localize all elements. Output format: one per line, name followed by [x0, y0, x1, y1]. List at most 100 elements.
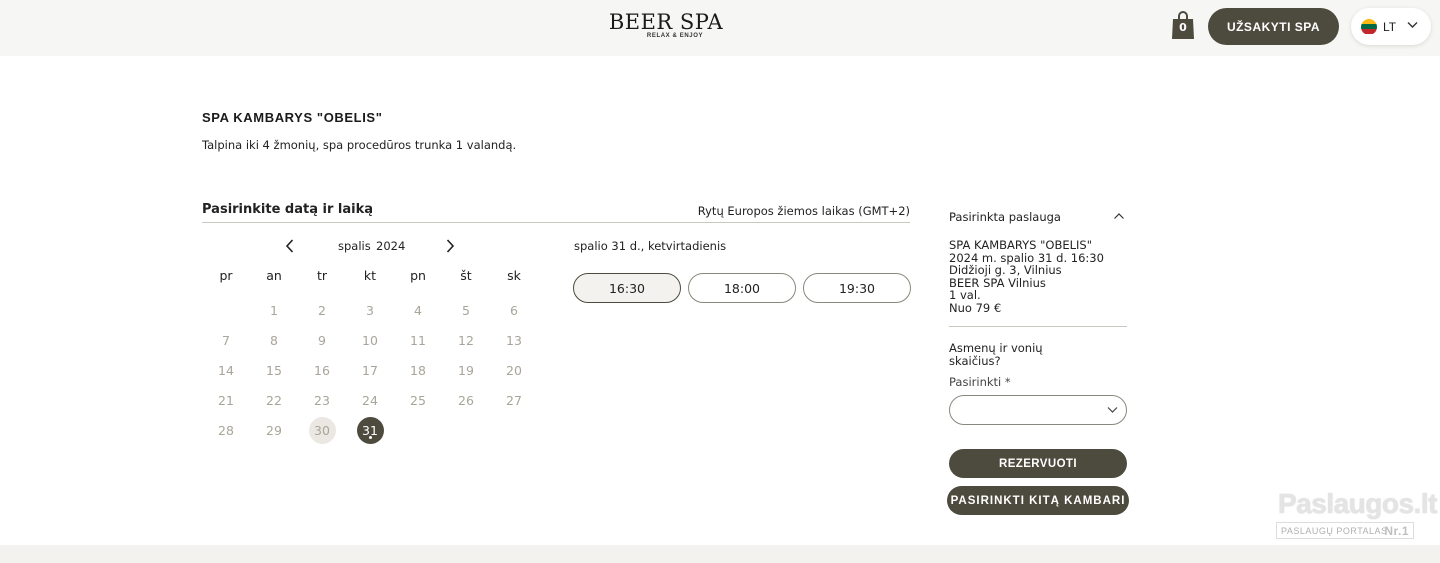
reserve-button[interactable]: REZERVUOTI — [949, 449, 1127, 478]
time-slot-button[interactable]: 19:30 — [803, 273, 911, 303]
divider — [202, 222, 910, 223]
calendar-day-5[interactable]: 5 — [442, 295, 490, 325]
next-month-button[interactable] — [442, 238, 458, 254]
calendar-day-number: 9 — [318, 332, 326, 348]
time-slot-button[interactable]: 16:30 — [573, 273, 681, 303]
calendar-day-29[interactable]: 29 — [250, 415, 298, 445]
calendar-day-number: 1 — [270, 302, 278, 318]
calendar-day-22[interactable]: 22 — [250, 385, 298, 415]
picker-title: Pasirinkite datą ir laiką — [202, 202, 374, 217]
watermark-text: Paslaugos.lt — [1278, 488, 1437, 519]
calendar-day-8[interactable]: 8 — [250, 325, 298, 355]
chevron-left-icon — [285, 239, 294, 253]
weekday-label: sk — [507, 268, 521, 283]
calendar-weekdays: pr an tr kt pn št sk — [202, 268, 538, 283]
calendar-day-13[interactable]: 13 — [490, 325, 538, 355]
calendar-day-19[interactable]: 19 — [442, 355, 490, 385]
calendar-day-7[interactable]: 7 — [202, 325, 250, 355]
calendar-day-number: 7 — [222, 332, 230, 348]
calendar-day-number: 11 — [410, 332, 426, 348]
calendar-day-24[interactable]: 24 — [346, 385, 394, 415]
chevron-down-icon — [1407, 22, 1418, 28]
calendar-day-number: 16 — [314, 362, 330, 378]
calendar-day-number: 8 — [270, 332, 278, 348]
calendar-day-28[interactable]: 28 — [202, 415, 250, 445]
weekday-label: kt — [363, 268, 377, 283]
logo-text: BEER SPA — [608, 10, 724, 34]
calendar-day-1[interactable]: 1 — [250, 295, 298, 325]
summary-price: Nuo 79 € — [949, 300, 1002, 315]
calendar-day-14[interactable]: 14 — [202, 355, 250, 385]
footer — [0, 545, 1440, 563]
watermark-portal: PASLAUGŲ PORTALAS — [1281, 525, 1388, 536]
timezone-label: Rytų Europos žiemos laikas (GMT+2) — [697, 204, 910, 218]
weekday-label: tr — [316, 268, 328, 283]
calendar-day-number: 13 — [506, 332, 522, 348]
watermark-subtext: PASLAUGŲ PORTALAS Nr.1 — [1276, 522, 1414, 539]
calendar-day-11[interactable]: 11 — [394, 325, 442, 355]
cart-count: 0 — [1179, 21, 1187, 34]
calendar-day-4[interactable]: 4 — [394, 295, 442, 325]
calendar-day-number: 20 — [506, 362, 522, 378]
language-selector[interactable]: LT — [1351, 8, 1431, 45]
calendar-day-number: 10 — [362, 332, 378, 348]
calendar-day-18[interactable]: 18 — [394, 355, 442, 385]
calendar-day-number: 14 — [218, 362, 234, 378]
order-spa-button[interactable]: UŽSAKYTI SPA — [1208, 8, 1339, 45]
calendar-day-number: 26 — [458, 392, 474, 408]
calendar-day-23[interactable]: 23 — [298, 385, 346, 415]
calendar-day-number: 24 — [362, 392, 378, 408]
calendar-day-21[interactable]: 21 — [202, 385, 250, 415]
summary-heading[interactable]: Pasirinkta paslauga — [949, 210, 1061, 224]
calendar-day-16[interactable]: 16 — [298, 355, 346, 385]
time-slot-button[interactable]: 18:00 — [688, 273, 796, 303]
chevron-right-icon — [446, 239, 455, 253]
calendar-day-26[interactable]: 26 — [442, 385, 490, 415]
calendar-day-number: 18 — [410, 362, 426, 378]
calendar-day-15[interactable]: 15 — [250, 355, 298, 385]
calendar-day-25[interactable]: 25 — [394, 385, 442, 415]
calendar-day-number: 27 — [506, 392, 522, 408]
cart-button[interactable]: 0 — [1171, 10, 1195, 40]
calendar-day-27[interactable]: 27 — [490, 385, 538, 415]
calendar-day-2[interactable]: 2 — [298, 295, 346, 325]
selected-date-label: spalio 31 d., ketvirtadienis — [574, 239, 727, 253]
calendar-month: spalis — [338, 239, 371, 253]
guests-question: Asmenų ir vonių skaičius? — [949, 341, 1043, 368]
calendar-day-30[interactable]: 30 — [298, 415, 346, 445]
chevron-up-icon[interactable] — [1113, 211, 1125, 221]
calendar-day-20[interactable]: 20 — [490, 355, 538, 385]
language-code: LT — [1383, 19, 1397, 34]
choose-other-room-button[interactable]: PASIRINKTI KITĄ KAMBARI — [947, 486, 1129, 515]
prev-month-button[interactable] — [282, 238, 298, 254]
weekday-label: pn — [410, 268, 426, 283]
calendar-day-number: 4 — [414, 302, 422, 318]
calendar-day-number: 3 — [366, 302, 374, 318]
lithuania-flag-icon — [1361, 18, 1377, 35]
room-description: Talpina iki 4 žmonių, spa procedūros tru… — [202, 138, 517, 152]
calendar-day-number: 21 — [218, 392, 234, 408]
summary-address: Didžioji g. 3, Vilnius — [949, 263, 1062, 278]
watermark-nr: Nr.1 — [1384, 524, 1409, 538]
calendar-day-number: 19 — [458, 362, 474, 378]
summary-details: SPA KAMBARYS "OBELIS" 2024 m. spalio 31 … — [949, 239, 1104, 315]
top-bar: BEER SPA RELAX & ENJOY 0 UŽSAKYTI SPA LT — [0, 0, 1440, 56]
watermark: Paslaugos.lt PASLAUGŲ PORTALAS Nr.1 — [1276, 488, 1437, 540]
calendar-day-number: 2 — [318, 302, 326, 318]
calendar-day-17[interactable]: 17 — [346, 355, 394, 385]
calendar-day-3[interactable]: 3 — [346, 295, 394, 325]
calendar-day-number: 28 — [218, 422, 234, 438]
calendar-day-number: 25 — [410, 392, 426, 408]
calendar-day-number: 31 — [356, 416, 384, 444]
calendar-day-9[interactable]: 9 — [298, 325, 346, 355]
calendar-day-12[interactable]: 12 — [442, 325, 490, 355]
calendar-day-10[interactable]: 10 — [346, 325, 394, 355]
calendar-day-number: 22 — [266, 392, 282, 408]
calendar-day-31[interactable]: 31 — [346, 415, 394, 445]
logo[interactable]: BEER SPA RELAX & ENJOY — [566, 10, 766, 39]
calendar-day-6[interactable]: 6 — [490, 295, 538, 325]
calendar-year: 2024 — [376, 239, 406, 253]
summary-room: SPA KAMBARYS "OBELIS" — [949, 238, 1093, 252]
weekday-label: pr — [219, 268, 233, 283]
guests-select[interactable] — [949, 395, 1127, 425]
